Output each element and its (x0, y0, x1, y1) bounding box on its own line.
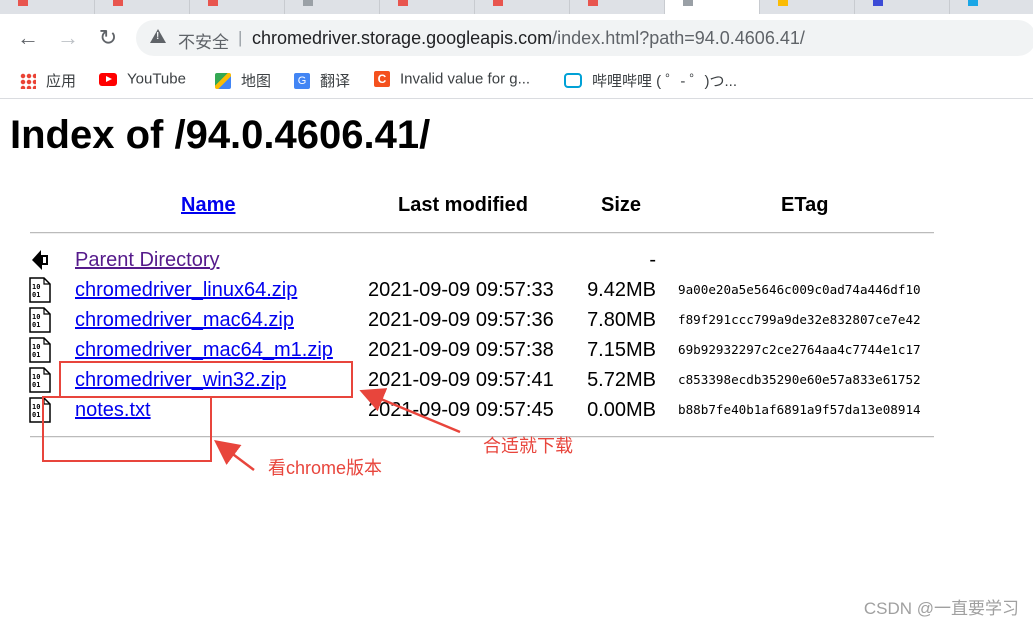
apps-grid-icon (20, 72, 36, 89)
binary-file-icon: 1001 (29, 277, 51, 303)
svg-text:10: 10 (32, 313, 40, 321)
file-modified: 2021-09-09 09:57:33 (368, 279, 554, 301)
file-modified: 2021-09-09 09:57:41 (368, 369, 554, 391)
not-secure-warning-icon[interactable] (150, 29, 166, 43)
binary-file-icon: 1001 (29, 337, 51, 363)
file-size: 7.80MB (587, 309, 656, 331)
browser-tab[interactable] (570, 0, 665, 14)
parent-size: - (649, 249, 656, 271)
bookmark-maps[interactable]: 地图 (215, 70, 271, 90)
table-row: 10 01 chromedriver_linux64.zip 2021-09-09… (0, 277, 1000, 309)
url-path[interactable]: /index.html?path=94.0.4606.41/ (552, 28, 805, 48)
column-header-size: Size (601, 194, 642, 216)
svg-text:10: 10 (32, 403, 40, 411)
page-title: Index of /94.0.4606.41/ (10, 113, 431, 157)
file-etag: c853398ecdb35290e60e57a833e61752 (678, 372, 921, 387)
svg-text:01: 01 (32, 411, 40, 419)
column-header-etag: ETag (781, 194, 829, 216)
security-label[interactable]: 不安全 (178, 28, 229, 53)
svg-text:01: 01 (32, 351, 40, 359)
annotation-version-note: 看chrome版本 (268, 458, 383, 478)
highlight-box-notes (42, 396, 212, 462)
url-host[interactable]: chromedriver.storage.googleapis.com (252, 28, 552, 48)
sort-by-name-link[interactable]: Name (181, 194, 235, 216)
column-header-name[interactable]: Name (181, 194, 235, 217)
parent-directory-link[interactable]: Parent Directory (75, 249, 220, 272)
annotation-download-note: 合适就下载 (483, 436, 573, 456)
address-bar[interactable]: 不安全 | chromedriver.storage.googleapis.co… (136, 20, 1033, 56)
file-size: 9.42MB (587, 279, 656, 301)
forward-arrow-icon[interactable]: → (56, 26, 80, 50)
binary-file-icon: 1001 (29, 367, 51, 393)
bookmark-label: 地图 (241, 73, 272, 90)
file-modified: 2021-09-09 09:57:45 (368, 399, 554, 421)
bookmark-label: 哔哩哔哩 ( ゜- ゜)つ... (592, 73, 737, 90)
svg-text:10: 10 (32, 343, 40, 351)
file-etag: 69b92932297c2ce2764aa4c7744e1c17 (678, 342, 921, 357)
browser-tab[interactable] (285, 0, 380, 14)
bookmark-label: 翻译 (320, 73, 351, 90)
file-link[interactable]: chromedriver_linux64.zip (75, 279, 297, 302)
svg-text:10: 10 (32, 283, 40, 291)
file-size: 5.72MB (587, 369, 656, 391)
bookmark-label: Invalid value for g... (400, 70, 531, 88)
browser-tab[interactable] (760, 0, 855, 14)
browser-tab-active[interactable] (665, 0, 760, 14)
table-row-parent: Parent Directory - (0, 249, 1000, 279)
browser-tab[interactable] (855, 0, 950, 14)
arrow-to-notes (214, 440, 255, 471)
browser-tab[interactable] (0, 0, 95, 14)
maps-icon (215, 72, 231, 89)
file-link[interactable]: chromedriver_mac64.zip (75, 309, 294, 332)
tab-strip (0, 0, 1033, 14)
bookmark-apps[interactable]: 应用 (20, 70, 76, 90)
translate-icon: G (294, 72, 310, 89)
bilibili-icon (564, 73, 582, 88)
file-etag: 9a00e20a5e5646c009c0ad74a446df10 (678, 282, 921, 297)
file-link[interactable]: chromedriver_mac64_m1.zip (75, 339, 333, 362)
file-etag: b88b7fe40b1af6891a9f57da13e08914 (678, 402, 921, 417)
svg-text:10: 10 (32, 373, 40, 381)
csdn-icon: C (374, 71, 390, 88)
browser-tab[interactable] (190, 0, 285, 14)
browser-tab[interactable] (380, 0, 475, 14)
reload-icon[interactable]: ↻ (96, 26, 120, 50)
file-etag: f89f291ccc799a9de32e832807ce7e42 (678, 312, 921, 327)
svg-text:01: 01 (32, 321, 40, 329)
file-size: 0.00MB (587, 399, 656, 421)
highlight-box-win32 (59, 361, 353, 398)
back-arrow-icon[interactable]: ← (16, 26, 40, 50)
bookmark-csdn[interactable]: C Invalid value for g... (374, 70, 530, 90)
table-row: 10 01 chromedriver_mac64.zip 2021-09-09 0… (0, 307, 1000, 339)
file-modified: 2021-09-09 09:57:38 (368, 339, 554, 361)
svg-text:01: 01 (32, 291, 40, 299)
svg-text:01: 01 (32, 381, 40, 389)
column-header-modified: Last modified (398, 194, 529, 216)
bookmarks-bar: 应用 YouTube 地图 G 翻译 C Invalid value for g..… (0, 62, 1033, 99)
security-separator: | (238, 28, 243, 47)
browser-toolbar: ← → ↻ 不安全 | chromedriver.storage.googlea… (0, 14, 1033, 62)
bookmark-youtube[interactable]: YouTube (99, 70, 186, 90)
browser-tab[interactable] (950, 0, 1033, 14)
bookmark-translate[interactable]: G 翻译 (294, 70, 350, 90)
bookmark-label: YouTube (127, 70, 186, 88)
divider (30, 232, 934, 234)
bookmark-label: 应用 (46, 73, 77, 90)
binary-file-icon: 1001 (29, 307, 51, 333)
file-size: 7.15MB (587, 339, 656, 361)
browser-tab[interactable] (475, 0, 570, 14)
back-arrow-icon (32, 250, 48, 270)
url-text[interactable]: chromedriver.storage.googleapis.com/inde… (252, 28, 805, 49)
youtube-icon (99, 72, 117, 86)
file-modified: 2021-09-09 09:57:36 (368, 309, 554, 331)
watermark: CSDN @一直要学习 (863, 599, 1019, 618)
bookmark-bilibili[interactable]: 哔哩哔哩 ( ゜- ゜)つ... (564, 70, 737, 90)
browser-tab[interactable] (95, 0, 190, 14)
